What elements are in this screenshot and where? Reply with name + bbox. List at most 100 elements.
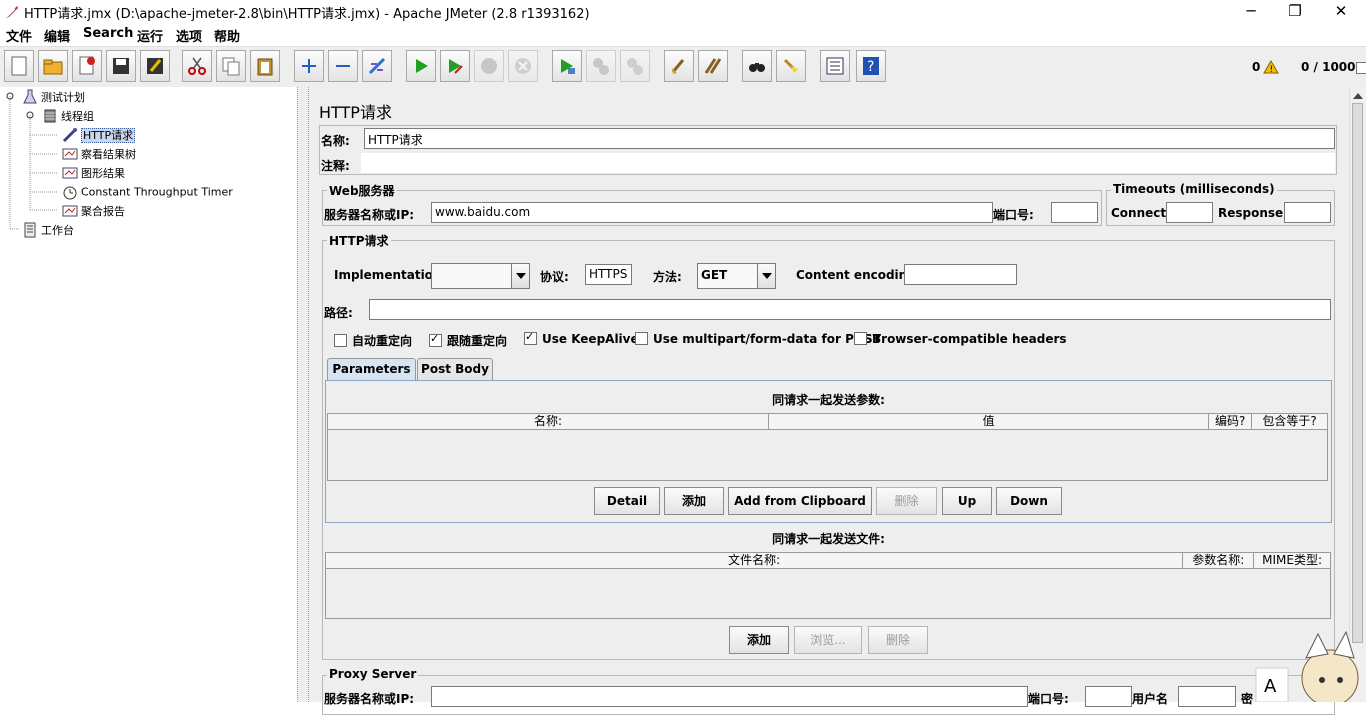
tree-item-view-results-tree[interactable]: 察看结果树 <box>62 146 136 162</box>
shutdown-button[interactable] <box>508 50 538 82</box>
menu-edit[interactable]: 编辑 <box>44 26 70 45</box>
brush-icon <box>783 58 798 73</box>
save-as-icon <box>147 58 163 74</box>
function-helper-button[interactable] <box>820 50 850 82</box>
menu-help[interactable]: 帮助 <box>214 26 240 45</box>
tab-parameters[interactable]: Parameters <box>327 358 416 380</box>
implementation-label: Implementation: <box>334 268 447 282</box>
tree-item-workbench[interactable]: 工作台 <box>22 222 74 238</box>
add-param-button[interactable]: 添加 <box>664 487 724 515</box>
http-request-group-title: HTTP请求 <box>327 232 391 249</box>
scroll-thumb[interactable] <box>1352 103 1363 643</box>
column-header-include-equals[interactable]: 包含等于? <box>1252 414 1327 429</box>
tree-item-thread-group[interactable]: 线程组 <box>42 108 94 124</box>
tree-item-graph-results[interactable]: 图形结果 <box>62 165 125 181</box>
column-header-encode[interactable]: 编码? <box>1209 414 1253 429</box>
split-pane-divider[interactable] <box>297 87 309 702</box>
up-button[interactable]: Up <box>942 487 992 515</box>
save-button[interactable] <box>106 50 136 82</box>
keepalive-checkbox[interactable]: Use KeepAlive <box>524 330 639 346</box>
expand-all-button[interactable] <box>294 50 324 82</box>
tree-toggle-icon[interactable] <box>5 91 15 101</box>
port-input[interactable] <box>1051 202 1098 223</box>
search-button[interactable] <box>742 50 772 82</box>
open-button[interactable] <box>38 50 68 82</box>
start-no-timers-button[interactable] <box>440 50 470 82</box>
implementation-select[interactable] <box>431 263 530 289</box>
add-file-button[interactable]: 添加 <box>729 626 789 654</box>
proxy-user-input[interactable] <box>1178 686 1236 707</box>
add-from-clipboard-button[interactable]: Add from Clipboard <box>728 487 872 515</box>
reset-search-button[interactable] <box>776 50 806 82</box>
comment-input[interactable] <box>361 153 1335 173</box>
browse-button[interactable]: 浏览... <box>794 626 862 654</box>
remote-shutdown-button[interactable] <box>620 50 650 82</box>
clear-button[interactable] <box>664 50 694 82</box>
content-encoding-input[interactable] <box>904 264 1017 285</box>
column-header-name[interactable]: 名称: <box>328 414 770 429</box>
tree-item-aggregate-report[interactable]: 聚合报告 <box>62 203 125 219</box>
menu-run[interactable]: 运行 <box>137 26 163 45</box>
toggle-wand-icon <box>368 57 386 75</box>
paste-button[interactable] <box>250 50 280 82</box>
response-timeout-input[interactable] <box>1284 202 1331 223</box>
delete-param-button[interactable]: 删除 <box>876 487 937 515</box>
jmeter-feather-icon <box>6 6 18 18</box>
name-input[interactable]: HTTP请求 <box>364 128 1335 149</box>
cut-button[interactable] <box>182 50 212 82</box>
help-button[interactable]: ? <box>856 50 886 82</box>
multipart-checkbox[interactable]: Use multipart/form-data for POST <box>635 332 881 346</box>
plus-icon <box>302 59 316 73</box>
tree-item-http-request[interactable]: HTTP请求 <box>62 127 136 143</box>
follow-redirect-checkbox[interactable]: 跟随重定向 <box>429 332 507 349</box>
remote-stop-button[interactable] <box>586 50 616 82</box>
maximize-button[interactable]: ❐ <box>1272 0 1318 24</box>
tab-post-body[interactable]: Post Body <box>417 358 493 380</box>
method-select[interactable]: GET <box>697 263 776 289</box>
files-table-body[interactable] <box>325 569 1331 619</box>
clear-all-button[interactable] <box>698 50 728 82</box>
close-file-button[interactable] <box>72 50 102 82</box>
column-header-mime-type[interactable]: MIME类型: <box>1254 553 1330 568</box>
minimize-button[interactable]: ─ <box>1228 0 1274 24</box>
menu-file[interactable]: 文件 <box>6 26 32 45</box>
files-title: 同请求一起发送文件: <box>772 532 885 546</box>
protocol-input[interactable]: HTTPS <box>585 264 632 285</box>
close-button[interactable]: ✕ <box>1318 0 1364 24</box>
path-input[interactable] <box>369 299 1331 320</box>
tree-toggle-icon[interactable] <box>25 110 35 120</box>
collapse-all-button[interactable] <box>328 50 358 82</box>
save-as-button[interactable] <box>140 50 170 82</box>
scroll-up-icon[interactable] <box>1352 90 1364 100</box>
tree-item-constant-throughput-timer[interactable]: Constant Throughput Timer <box>62 184 233 200</box>
column-header-file-name[interactable]: 文件名称: <box>326 553 1184 568</box>
proxy-server-input[interactable] <box>431 686 1028 707</box>
start-button[interactable] <box>406 50 436 82</box>
column-header-value[interactable]: 值 <box>769 414 1210 429</box>
browser-compatible-checkbox[interactable]: Browser-compatible headers <box>854 332 1067 346</box>
save-icon <box>113 58 129 74</box>
auto-redirect-checkbox[interactable]: 自动重定向 <box>334 332 412 349</box>
params-table-body[interactable] <box>327 430 1328 481</box>
copy-button[interactable] <box>216 50 246 82</box>
tree-item-test-plan[interactable]: 测试计划 <box>22 89 85 105</box>
stop-button[interactable] <box>474 50 504 82</box>
proxy-port-input[interactable] <box>1085 686 1132 707</box>
menu-search[interactable]: Search <box>83 26 133 41</box>
delete-file-button[interactable]: 删除 <box>868 626 928 654</box>
remote-shutdown-icon <box>627 58 643 75</box>
column-header-param-name[interactable]: 参数名称: <box>1183 553 1255 568</box>
down-button[interactable]: Down <box>996 487 1062 515</box>
connect-timeout-input[interactable] <box>1166 202 1213 223</box>
chart-listener-icon <box>62 205 78 217</box>
detail-button[interactable]: Detail <box>594 487 660 515</box>
server-input[interactable]: www.baidu.com <box>431 202 993 223</box>
vertical-scrollbar[interactable] <box>1349 87 1366 702</box>
menu-options[interactable]: 选项 <box>176 26 202 45</box>
content-encoding-label: Content encoding: <box>796 268 921 282</box>
toggle-button[interactable] <box>362 50 392 82</box>
close-file-icon <box>79 56 95 75</box>
new-button[interactable] <box>4 50 34 82</box>
timeouts-group-title: Timeouts (milliseconds) <box>1111 182 1277 196</box>
remote-start-button[interactable] <box>552 50 582 82</box>
